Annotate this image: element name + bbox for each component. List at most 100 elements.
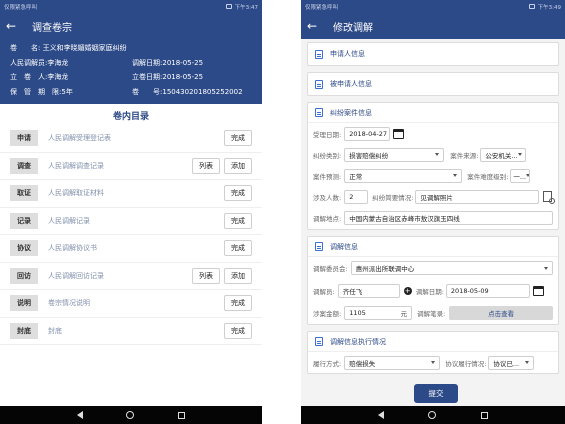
method-select[interactable]: 赔偿损失 [344, 355, 441, 370]
filer-label: 立 卷 人: [10, 73, 48, 82]
mediator-input[interactable]: 齐任飞 [337, 283, 400, 298]
document-search-icon[interactable] [543, 191, 556, 204]
list-button[interactable]: 列表 [192, 157, 220, 174]
toc-description[interactable]: 人民调解受理登记表 [38, 133, 220, 143]
toc-tag: 协议 [10, 240, 38, 257]
done-button[interactable]: 完成 [224, 240, 252, 257]
execution-panel: 调解信息执行情况 履行方式: 赔偿损失 协议履行情况: 协议已... [307, 331, 559, 374]
view-record-button[interactable]: 点击查看 [449, 306, 553, 320]
case-number-value: 150430201805252002 [162, 87, 243, 96]
calendar-icon[interactable] [532, 285, 544, 296]
submit-button[interactable]: 提交 [414, 384, 458, 403]
applicant-panel[interactable]: 申请人信息 [307, 42, 559, 66]
place-label: 调解地点: [313, 215, 342, 223]
nav-home-icon[interactable] [428, 411, 437, 419]
chevron-down-icon [453, 174, 458, 177]
category-value: 损害赔偿纠纷 [349, 151, 389, 160]
people-label: 涉及人数: [313, 193, 342, 202]
list-button[interactable]: 列表 [192, 267, 220, 284]
committee-select[interactable]: 惠州派出所联调中心 [350, 261, 553, 275]
case-name-value: 王义和李晓媚婚姻家庭纠纷 [42, 44, 127, 53]
nav-recent-icon[interactable] [178, 411, 186, 419]
source-label: 案件来源: [450, 151, 479, 160]
calendar-icon[interactable] [393, 128, 405, 139]
toc-row: 说明 卷宗情况说明 完成 [0, 290, 262, 318]
source-value: 公安机关... [485, 151, 518, 160]
chevron-down-icon [517, 153, 522, 156]
amount-input[interactable]: 1105 元 [344, 306, 413, 320]
forecast-value: 正常 [349, 172, 363, 181]
execution-section-title: 调解信息执行情况 [330, 337, 386, 346]
toc-description[interactable]: 卷宗情况说明 [38, 298, 220, 308]
nav-back-icon[interactable] [378, 411, 385, 419]
back-arrow-icon[interactable]: ← [307, 19, 329, 33]
toc-description[interactable]: 人民调解协议书 [38, 243, 220, 253]
app-bar: ← 调查卷宗 [0, 13, 262, 39]
done-button[interactable]: 完成 [224, 295, 252, 312]
back-arrow-icon[interactable]: ← [6, 19, 28, 33]
summary-input[interactable]: 见调解照片 [415, 189, 540, 204]
respondent-panel[interactable]: 被申请人信息 [307, 72, 559, 96]
toc-description[interactable]: 人民调解取证材料 [38, 188, 220, 198]
toc-description[interactable]: 人民调解记录 [38, 216, 220, 226]
people-input[interactable]: 2 [344, 189, 369, 204]
toc-tag: 封底 [10, 322, 38, 339]
emergency-call-text: 仅限紧急呼叫 [305, 4, 339, 11]
add-button[interactable]: 添加 [224, 267, 252, 284]
chevron-down-icon [435, 153, 440, 156]
toc-description[interactable]: 封底 [38, 326, 220, 336]
toc-description[interactable]: 人民调解回访记录 [38, 271, 188, 281]
status-bar: 仅限紧急呼叫 下午3:47 [0, 0, 262, 13]
toc-row: 申请 人民调解受理登记表 完成 [0, 125, 262, 153]
done-button[interactable]: 完成 [224, 185, 252, 202]
done-button[interactable]: 完成 [224, 130, 252, 147]
case-name-label: 卷 名: [10, 44, 41, 53]
category-select[interactable]: 损害赔偿纠纷 [344, 147, 445, 162]
toc-description[interactable]: 人民调解调查记录 [38, 161, 188, 171]
toc-tag: 调查 [10, 157, 38, 174]
status-select[interactable]: 协议已... [488, 355, 535, 370]
toc-tag: 申请 [10, 130, 38, 147]
done-button[interactable]: 完成 [224, 212, 252, 229]
retention-label: 保 管 期 限: [10, 87, 62, 96]
nav-recent-icon[interactable] [480, 411, 488, 419]
status-label: 协议履行情况: [445, 359, 487, 368]
done-button[interactable]: 完成 [224, 322, 252, 339]
difficulty-label: 案件难度级别: [467, 172, 509, 181]
source-select[interactable]: 公安机关... [480, 147, 527, 162]
toc-row: 调查 人民调解调查记录 列表 添加 [0, 153, 262, 180]
document-icon [315, 79, 323, 89]
accept-date-label: 受理日期: [313, 130, 342, 139]
toc-list: 申请 人民调解受理登记表 完成 调查 人民调解调查记录 列表 添加 取证 人民调解取证材料 完成记… [0, 125, 262, 417]
mediator-label: 人民调解员: [10, 58, 48, 67]
amount-unit: 元 [400, 310, 408, 318]
accept-date-field[interactable]: 2018-04-27 [344, 126, 391, 141]
mediator-value: 李海龙 [47, 58, 69, 67]
mediation-date-field[interactable]: 2018-05-09 [445, 283, 530, 298]
add-button[interactable]: 添加 [224, 157, 252, 174]
place-input[interactable]: 中国内蒙古自治区赤峰市敖汉旗玉四线 [344, 211, 553, 225]
clock-text: 下午3:49 [537, 4, 561, 11]
difficulty-select[interactable]: 一... [510, 168, 531, 183]
toc-tag: 取证 [10, 185, 38, 202]
record-label: 调解笔录: [417, 310, 446, 318]
summary-label: 纠纷简要情况: [372, 193, 414, 202]
add-mediator-icon[interactable]: + [403, 286, 412, 295]
applicant-section-title: 申请人信息 [330, 50, 365, 58]
forecast-select[interactable]: 正常 [344, 168, 463, 183]
document-icon [315, 49, 323, 59]
method-value: 赔偿损失 [349, 359, 376, 368]
amount-value: 1105 [349, 309, 366, 317]
committee-label: 调解委员会: [313, 265, 348, 273]
chevron-down-icon [525, 361, 530, 364]
toc-row: 封底 封底 完成 [0, 318, 262, 345]
mediation-section-title: 调解信息 [330, 242, 358, 251]
system-nav-bar [301, 406, 565, 424]
retention-value: 5年 [61, 87, 73, 96]
nav-back-icon[interactable] [76, 411, 83, 419]
nav-home-icon[interactable] [126, 411, 135, 419]
battery-icon [528, 4, 535, 9]
status-value: 协议已... [493, 359, 520, 368]
case-info-block: 卷 名: 王义和李晓媚婚姻家庭纠纷 人民调解员:李海龙 调解日期:2018-05… [0, 39, 262, 104]
document-icon [315, 108, 323, 117]
